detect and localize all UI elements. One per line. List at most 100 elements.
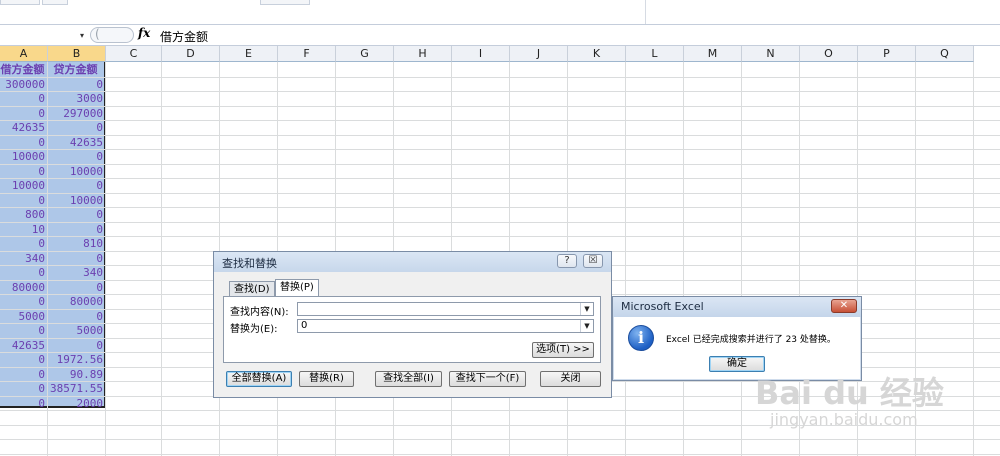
close-icon[interactable]: ☒ [583, 254, 603, 268]
ribbon-button[interactable] [0, 0, 40, 5]
table-cell[interactable]: 0 [48, 208, 103, 222]
table-cell[interactable]: 0 [48, 223, 103, 237]
message-text: Excel 已经完成搜索并进行了 23 处替换。 [666, 335, 836, 345]
table-cell[interactable]: 297000 [48, 107, 103, 121]
table-cell[interactable]: 0 [0, 165, 45, 179]
formula-input[interactable]: 借方金额 [160, 28, 208, 45]
ribbon-strip [0, 0, 1000, 25]
chevron-down-icon[interactable]: ▼ [580, 303, 593, 315]
table-cell[interactable]: 5000 [48, 324, 104, 338]
table-cell[interactable]: 0 [0, 107, 45, 121]
table-cell[interactable]: 0 [0, 382, 45, 396]
insert-function-button[interactable]: fx [138, 26, 150, 40]
table-cell[interactable]: 1972.56 [48, 353, 103, 367]
close-icon[interactable]: ✕ [831, 299, 857, 313]
column-header-h[interactable]: H [394, 46, 452, 62]
table-cell[interactable]: 10000 [48, 165, 103, 179]
close-button[interactable]: 关闭 [540, 371, 601, 387]
find-what-input[interactable]: ▼ [297, 302, 594, 316]
watermark-url: jingyan.baidu.com [770, 410, 918, 429]
formula-control[interactable]: ( [90, 27, 134, 43]
table-cell[interactable]: 10 [0, 223, 45, 237]
table-cell[interactable]: 0 [0, 194, 45, 208]
table-cell[interactable]: 0 [48, 179, 103, 193]
table-cell[interactable]: 0 [48, 310, 103, 324]
table-cell[interactable]: 0 [0, 353, 45, 367]
column-header-m[interactable]: M [684, 46, 742, 62]
table-cell[interactable]: 80000 [0, 281, 45, 295]
table-cell[interactable]: 42635 [0, 339, 45, 353]
tab-find[interactable]: 查找(D) [229, 281, 275, 297]
ribbon-button[interactable] [42, 0, 68, 5]
table-cell[interactable]: 0 [0, 368, 45, 382]
grid-row-line [0, 149, 1000, 150]
column-header-c[interactable]: C [106, 46, 162, 62]
dialog-title: 查找和替换 [222, 257, 277, 270]
tab-replace[interactable]: 替换(P) [275, 279, 319, 297]
table-cell[interactable]: 0 [0, 397, 45, 411]
table-cell[interactable]: 0 [0, 295, 45, 309]
help-icon[interactable]: ? [557, 254, 577, 268]
table-cell[interactable]: 5000 [0, 310, 46, 324]
table-cell[interactable]: 38571.55 [48, 382, 103, 396]
grid-row-line [0, 454, 1000, 455]
chevron-down-icon[interactable]: ▼ [580, 320, 593, 332]
table-cell[interactable]: 42635 [0, 121, 45, 135]
table-cell[interactable]: 0 [48, 339, 103, 353]
table-cell[interactable]: 42635 [48, 136, 103, 150]
column-header-b[interactable]: B [48, 46, 106, 62]
table-cell[interactable]: 10000 [48, 194, 103, 208]
table-cell[interactable]: 0 [0, 237, 45, 251]
column-header-n[interactable]: N [742, 46, 800, 62]
table-cell[interactable]: 10000 [0, 150, 45, 164]
table-cell[interactable]: 80000 [48, 295, 103, 309]
grid-row-line [0, 222, 1000, 223]
ribbon-button[interactable] [260, 0, 310, 5]
replace-all-button[interactable]: 全部替换(A) [226, 371, 292, 387]
table-cell[interactable]: 0 [0, 324, 45, 338]
find-all-button[interactable]: 查找全部(I) [375, 371, 442, 387]
replace-with-input[interactable]: 0 ▼ [297, 319, 594, 333]
column-header-f[interactable]: F [278, 46, 336, 62]
header-cell[interactable]: 借方金额 [0, 63, 45, 77]
column-header-k[interactable]: K [568, 46, 626, 62]
message-titlebar[interactable]: Microsoft Excel ✕ [613, 297, 861, 317]
table-cell[interactable]: 10000 [0, 179, 45, 193]
replace-tab-panel: 查找内容(N): ▼ 替换为(E): 0 ▼ 选项(T) >> [223, 296, 601, 363]
column-header-e[interactable]: E [220, 46, 278, 62]
table-cell[interactable]: 800 [0, 208, 45, 222]
find-next-button[interactable]: 查找下一个(F) [449, 371, 526, 387]
table-cell[interactable]: 0 [48, 252, 103, 266]
table-cell[interactable]: 0 [0, 136, 45, 150]
table-cell[interactable]: 3000 [48, 92, 104, 106]
table-cell[interactable]: 810 [48, 237, 103, 251]
table-cell[interactable]: 300000 [0, 78, 45, 92]
table-cell[interactable]: 340 [48, 266, 103, 280]
header-cell[interactable]: 贷方金额 [48, 63, 103, 77]
table-cell[interactable]: 90.89 [48, 368, 103, 382]
table-cell[interactable]: 0 [48, 121, 103, 135]
column-header-l[interactable]: L [626, 46, 684, 62]
replace-with-label: 替换为(E): [230, 324, 278, 335]
column-header-q[interactable]: Q [916, 46, 974, 62]
replace-button[interactable]: 替换(R) [299, 371, 354, 387]
column-header-g[interactable]: G [336, 46, 394, 62]
dialog-titlebar[interactable]: 查找和替换 ? ☒ [214, 252, 611, 272]
column-header-j[interactable]: J [510, 46, 568, 62]
table-cell[interactable]: 0 [48, 78, 103, 92]
column-header-o[interactable]: O [800, 46, 858, 62]
table-cell[interactable]: 0 [48, 281, 103, 295]
table-cell[interactable]: 0 [0, 92, 45, 106]
table-cell[interactable]: 2000 [48, 397, 104, 411]
column-header-i[interactable]: I [452, 46, 510, 62]
options-button[interactable]: 选项(T) >> [532, 342, 594, 358]
table-cell[interactable]: 0 [48, 150, 103, 164]
table-cell[interactable]: 0 [0, 266, 45, 280]
column-header-d[interactable]: D [162, 46, 220, 62]
name-box-dropdown-icon[interactable]: ▾ [80, 31, 84, 40]
find-what-label: 查找内容(N): [230, 307, 289, 318]
find-replace-dialog: 查找和替换 ? ☒ 查找(D) 替换(P) 查找内容(N): ▼ 替换为(E):… [213, 251, 612, 398]
column-header-p[interactable]: P [858, 46, 916, 62]
column-header-a[interactable]: A [0, 46, 48, 62]
table-cell[interactable]: 340 [0, 252, 45, 266]
